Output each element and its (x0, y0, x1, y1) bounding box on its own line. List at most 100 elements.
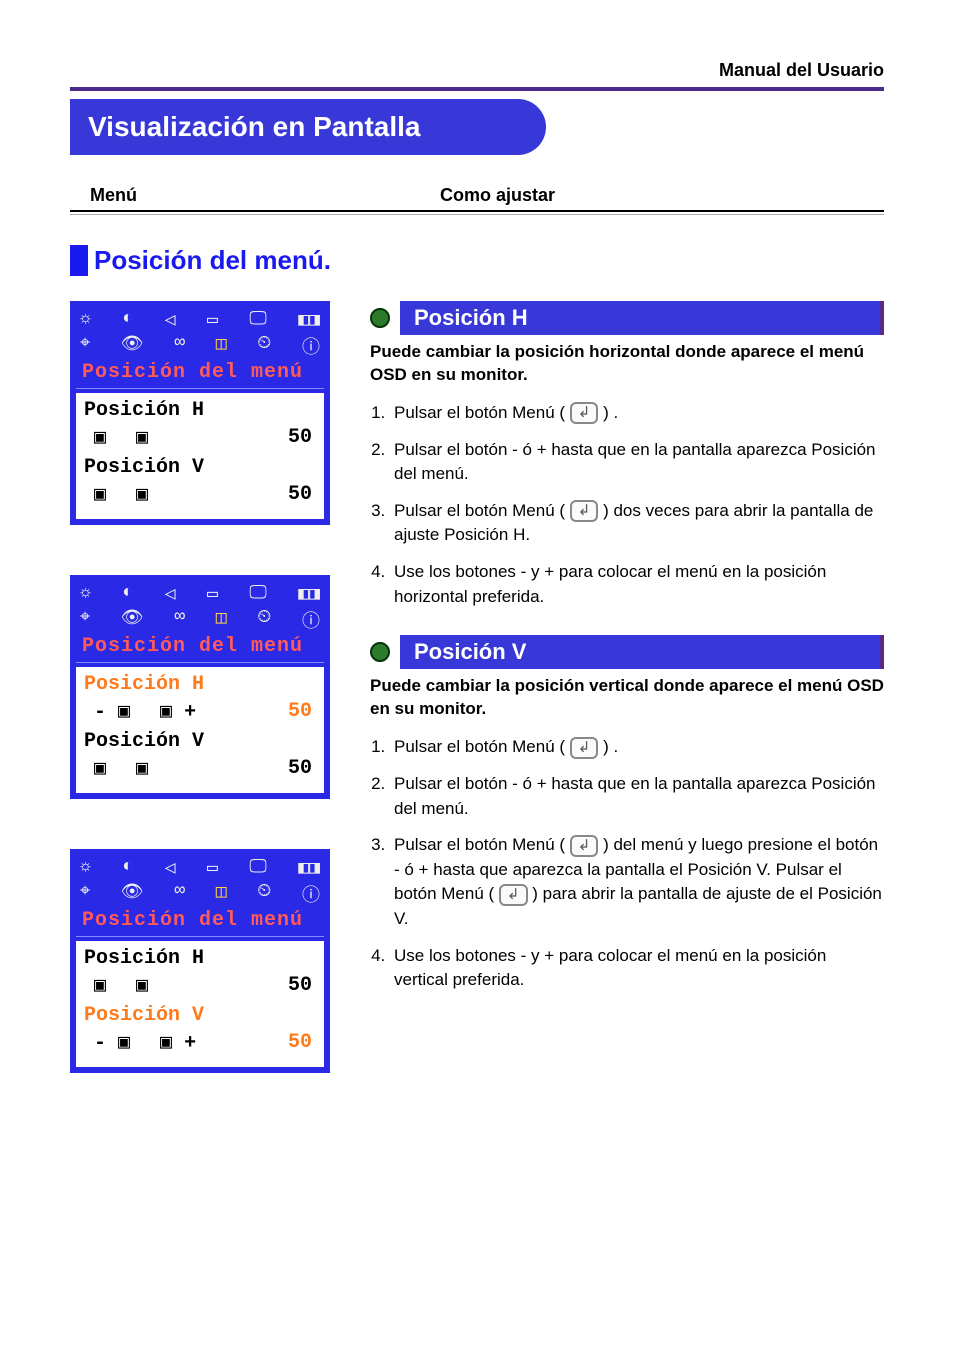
step-h-4: Use los botones - y + para colocar el me… (390, 560, 884, 609)
image-icon: ◧◨ (298, 309, 320, 331)
v-up-icon: ▣ (136, 755, 148, 781)
osd-h-label: Posición H (84, 947, 316, 970)
h-right-icon: ▣ (136, 972, 148, 998)
osd-h-value: 50 (288, 974, 312, 997)
osd-h-row: ▣▣ 50 (84, 970, 316, 1004)
subheading-h-wrap: Posición H (370, 301, 884, 335)
osd-body: Posición H ▣▣ 50 Posición V ▣▣ 50 (76, 393, 324, 519)
osd-v-row: ▣▣ 50 (84, 753, 316, 787)
clock-icon: ⏲ (257, 881, 271, 907)
step-h-2: Pulsar el botón - ó + hasta que en la pa… (390, 438, 884, 487)
size-icon: ▭ (207, 309, 218, 331)
v-down-icon: ▣ (94, 481, 106, 507)
info-icon: ⓘ (302, 333, 320, 359)
menu-position-icon: ◫ (216, 333, 227, 359)
enter-icon: ↲ (570, 737, 599, 759)
steps-h: Pulsar el botón Menú ( ↲ ) . Pulsar el b… (370, 401, 884, 609)
osd-body: Posición H ▣▣ 50 Posición V - ▣ ▣ + 50 (76, 941, 324, 1067)
contrast-icon: ◐ (122, 309, 133, 331)
page: Manual del Usuario Visualización en Pant… (0, 0, 954, 1113)
loop-icon: ∞ (174, 607, 185, 633)
eye-icon: 👁 (121, 333, 144, 359)
intro-v: Puede cambiar la posición vertical donde… (370, 675, 884, 721)
osd-title: Posición del menú (76, 633, 324, 663)
instructions-column: Posición H Puede cambiar la posición hor… (370, 301, 884, 1073)
columns-header: Menú Como ajustar (70, 185, 884, 212)
osd-v-icons: - ▣ ▣ + (94, 1029, 196, 1055)
brightness-icon: ☼ (80, 583, 91, 605)
osd-panel-2: ☼ ◐ ◁ ▭ 🖵 ◧◨ ⌖ 👁 ∞ ◫ ⏲ ⓘ Posición del me… (70, 575, 330, 799)
enter-icon: ↲ (570, 402, 599, 424)
subheading-h: Posición H (400, 301, 884, 335)
size-icon: ▭ (207, 583, 218, 605)
osd-icon-row-bottom: ⌖ 👁 ∞ ◫ ⏲ ⓘ (76, 879, 324, 907)
osd-v-label: Posición V (84, 730, 316, 753)
osd-v-value: 50 (288, 757, 312, 780)
h-left-icon: ▣ (94, 424, 106, 450)
osd-title: Posición del menú (76, 359, 324, 389)
osd-h-row: - ▣▣ + 50 (84, 696, 316, 730)
manual-title: Manual del Usuario (70, 60, 884, 81)
osd-v-row: ▣▣ 50 (84, 479, 316, 513)
screen-icon: 🖵 (249, 857, 266, 879)
steps-v: Pulsar el botón Menú ( ↲ ) . Pulsar el b… (370, 735, 884, 993)
osd-column: ☼ ◐ ◁ ▭ 🖵 ◧◨ ⌖ 👁 ∞ ◫ ⏲ ⓘ Posición del me… (70, 301, 330, 1073)
menu-position-icon: ◫ (216, 881, 227, 907)
screen-icon: 🖵 (249, 583, 266, 605)
nav-left-icon: ◁ (165, 857, 176, 879)
screen-icon: 🖵 (249, 309, 266, 331)
info-icon: ⓘ (302, 881, 320, 907)
osd-h-row: ▣▣ 50 (84, 422, 316, 456)
loop-icon: ∞ (174, 333, 185, 359)
osd-v-row: - ▣ ▣ + 50 (84, 1027, 316, 1061)
nav-left-icon: ◁ (165, 309, 176, 331)
enter-icon: ↲ (499, 884, 528, 906)
clock-icon: ⏲ (257, 333, 271, 359)
step-v-4: Use los botones - y + para colocar el me… (390, 944, 884, 993)
osd-h-value: 50 (288, 426, 312, 449)
position-icon: ⌖ (80, 607, 90, 633)
loop-icon: ∞ (174, 881, 185, 907)
position-icon: ⌖ (80, 881, 90, 907)
osd-h-label: Posición H (84, 399, 316, 422)
size-icon: ▭ (207, 857, 218, 879)
col-header-adjust: Como ajustar (440, 185, 555, 206)
content-row: ☼ ◐ ◁ ▭ 🖵 ◧◨ ⌖ 👁 ∞ ◫ ⏲ ⓘ Posición del me… (70, 301, 884, 1073)
bullet-icon (370, 308, 390, 328)
intro-h: Puede cambiar la posición horizontal don… (370, 341, 884, 387)
v-up-icon: ▣ + (160, 1029, 196, 1055)
page-title: Visualización en Pantalla (70, 99, 546, 155)
osd-v-label: Posición V (84, 1004, 316, 1027)
nav-left-icon: ◁ (165, 583, 176, 605)
thin-rule (70, 214, 884, 215)
v-down-icon: ▣ (94, 755, 106, 781)
osd-v-icons: ▣▣ (94, 755, 148, 781)
menu-position-icon: ◫ (216, 607, 227, 633)
image-icon: ◧◨ (298, 857, 320, 879)
step-v-1: Pulsar el botón Menú ( ↲ ) . (390, 735, 884, 760)
step-h-3: Pulsar el botón Menú ( ↲ ) dos veces par… (390, 499, 884, 548)
h-right-icon: ▣ (136, 424, 148, 450)
info-icon: ⓘ (302, 607, 320, 633)
h-right-icon: ▣ + (160, 698, 196, 724)
eye-icon: 👁 (121, 607, 144, 633)
subheading-v: Posición V (400, 635, 884, 669)
osd-icon-row-top: ☼ ◐ ◁ ▭ 🖵 ◧◨ (76, 581, 324, 605)
osd-panel-1: ☼ ◐ ◁ ▭ 🖵 ◧◨ ⌖ 👁 ∞ ◫ ⏲ ⓘ Posición del me… (70, 301, 330, 525)
osd-h-icons: ▣▣ (94, 424, 148, 450)
osd-v-value: 50 (288, 1031, 312, 1054)
position-icon: ⌖ (80, 333, 90, 359)
osd-h-label: Posición H (84, 673, 316, 696)
v-up-icon: ▣ (136, 481, 148, 507)
osd-icon-row-top: ☼ ◐ ◁ ▭ 🖵 ◧◨ (76, 307, 324, 331)
v-down-icon: - ▣ (94, 1029, 130, 1055)
osd-h-value: 50 (288, 700, 312, 723)
col-header-menu: Menú (70, 185, 440, 206)
osd-panel-3: ☼ ◐ ◁ ▭ 🖵 ◧◨ ⌖ 👁 ∞ ◫ ⏲ ⓘ Posición del me… (70, 849, 330, 1073)
enter-icon: ↲ (570, 500, 599, 522)
section-title: Posición del menú. (70, 245, 884, 276)
clock-icon: ⏲ (257, 607, 271, 633)
contrast-icon: ◐ (122, 583, 133, 605)
brightness-icon: ☼ (80, 309, 91, 331)
osd-v-icons: ▣▣ (94, 481, 148, 507)
